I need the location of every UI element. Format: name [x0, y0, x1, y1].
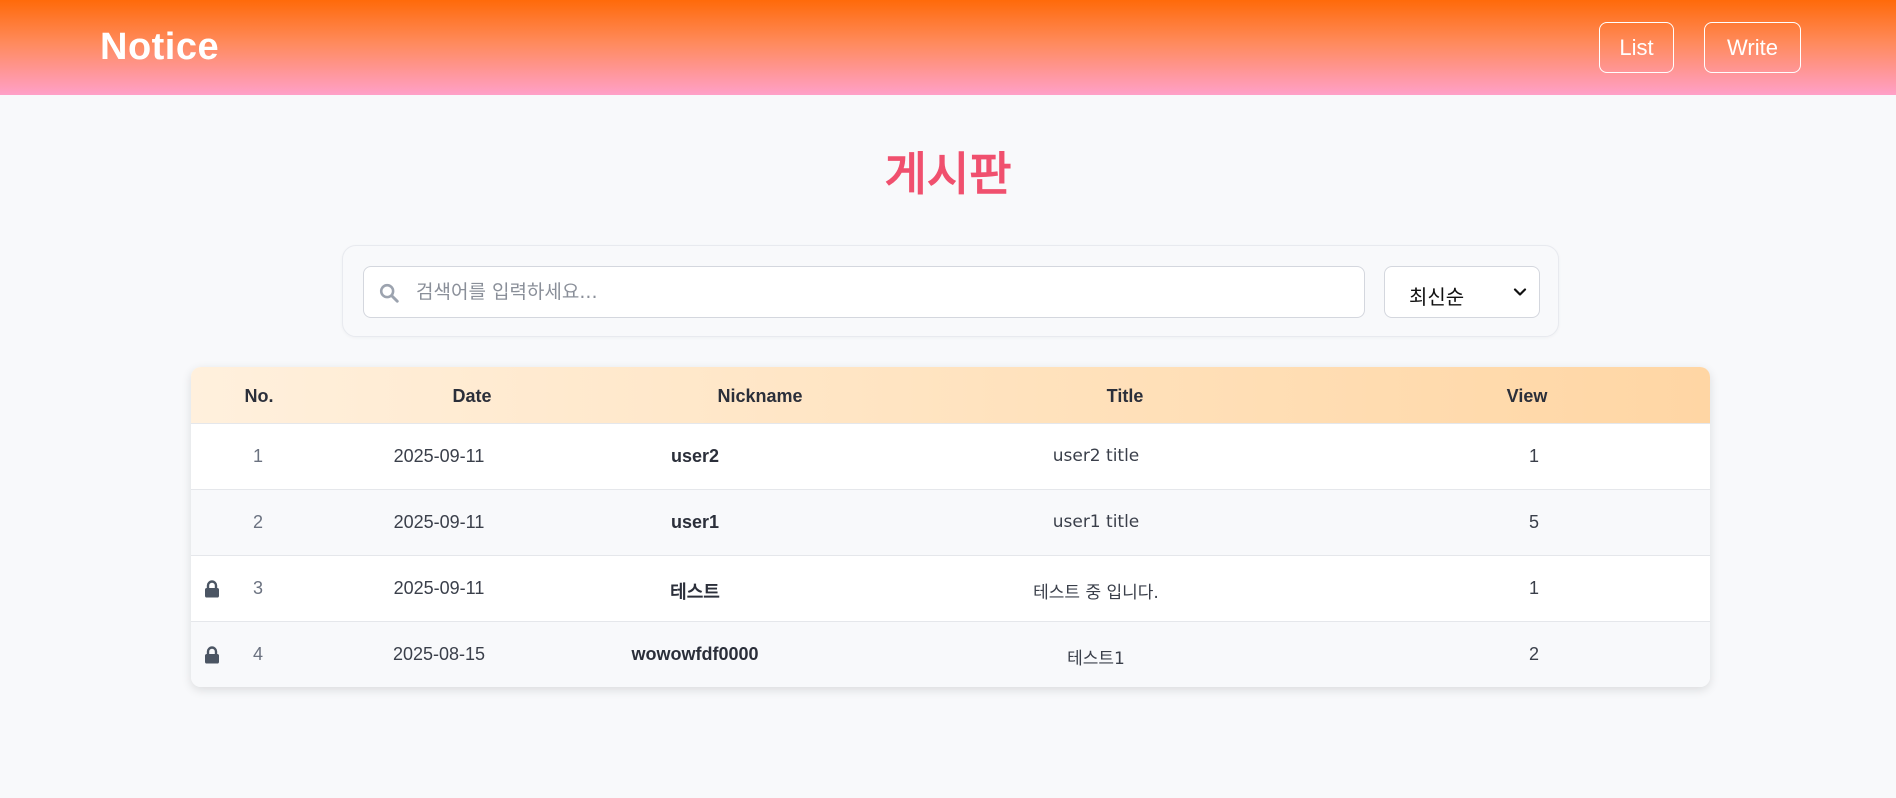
- sort-select[interactable]: 최신순: [1384, 266, 1540, 318]
- row-nickname: 테스트: [670, 582, 720, 603]
- search-panel: 최신순: [342, 245, 1559, 337]
- brand-logo[interactable]: Notice: [100, 26, 219, 69]
- row-date: 2025-09-11: [393, 578, 485, 598]
- row-title[interactable]: user2 title: [1053, 446, 1140, 466]
- table-row[interactable]: 2 2025-09-11 user1 user1 title 5: [191, 489, 1710, 555]
- row-title[interactable]: 테스트1: [1067, 644, 1125, 669]
- table-row[interactable]: 1 2025-09-11 user2 user2 title 1: [191, 423, 1710, 489]
- lock-icon: [205, 580, 219, 598]
- table-header: No. Date Nickname Title View: [191, 367, 1710, 423]
- chevron-down-icon: [1513, 288, 1527, 296]
- row-date: 2025-08-15: [392, 644, 486, 664]
- board-table: No. Date Nickname Title View 1 2025-09-1…: [191, 367, 1710, 687]
- row-date: 2025-09-11: [393, 512, 485, 532]
- row-nickname: user2: [670, 446, 720, 466]
- row-title[interactable]: 테스트 중 입니다.: [1033, 578, 1159, 603]
- sort-selected-label: 최신순: [1409, 285, 1465, 309]
- search-input[interactable]: [416, 267, 1356, 316]
- row-number: 1: [252, 446, 264, 466]
- table-row[interactable]: 4 2025-08-15 wowowfdf0000 테스트1 2: [191, 621, 1710, 687]
- row-number: 4: [252, 644, 264, 664]
- row-date: 2025-09-11: [393, 446, 485, 466]
- top-navigation-bar: Notice List Write: [0, 0, 1896, 95]
- write-button[interactable]: Write: [1704, 22, 1801, 73]
- row-title[interactable]: user1 title: [1053, 512, 1140, 532]
- column-header-no: No.: [244, 386, 274, 406]
- row-view-count: 1: [1528, 578, 1540, 598]
- row-number: 3: [252, 578, 264, 598]
- column-header-view: View: [1506, 386, 1548, 406]
- search-box[interactable]: [363, 266, 1365, 318]
- row-view-count: 2: [1528, 644, 1540, 664]
- row-view-count: 5: [1528, 512, 1540, 532]
- column-header-title: Title: [1106, 386, 1144, 406]
- row-nickname: user1: [670, 512, 720, 532]
- column-header-nickname: Nickname: [717, 386, 803, 406]
- column-header-date: Date: [452, 386, 492, 406]
- page-title: 게시판: [884, 147, 1012, 201]
- lock-icon: [205, 646, 219, 664]
- list-button[interactable]: List: [1599, 22, 1674, 73]
- row-nickname: wowowfdf0000: [631, 644, 759, 664]
- row-number: 2: [252, 512, 264, 532]
- search-icon: [379, 283, 399, 303]
- row-view-count: 1: [1528, 446, 1540, 466]
- table-row[interactable]: 3 2025-09-11 테스트 테스트 중 입니다. 1: [191, 555, 1710, 621]
